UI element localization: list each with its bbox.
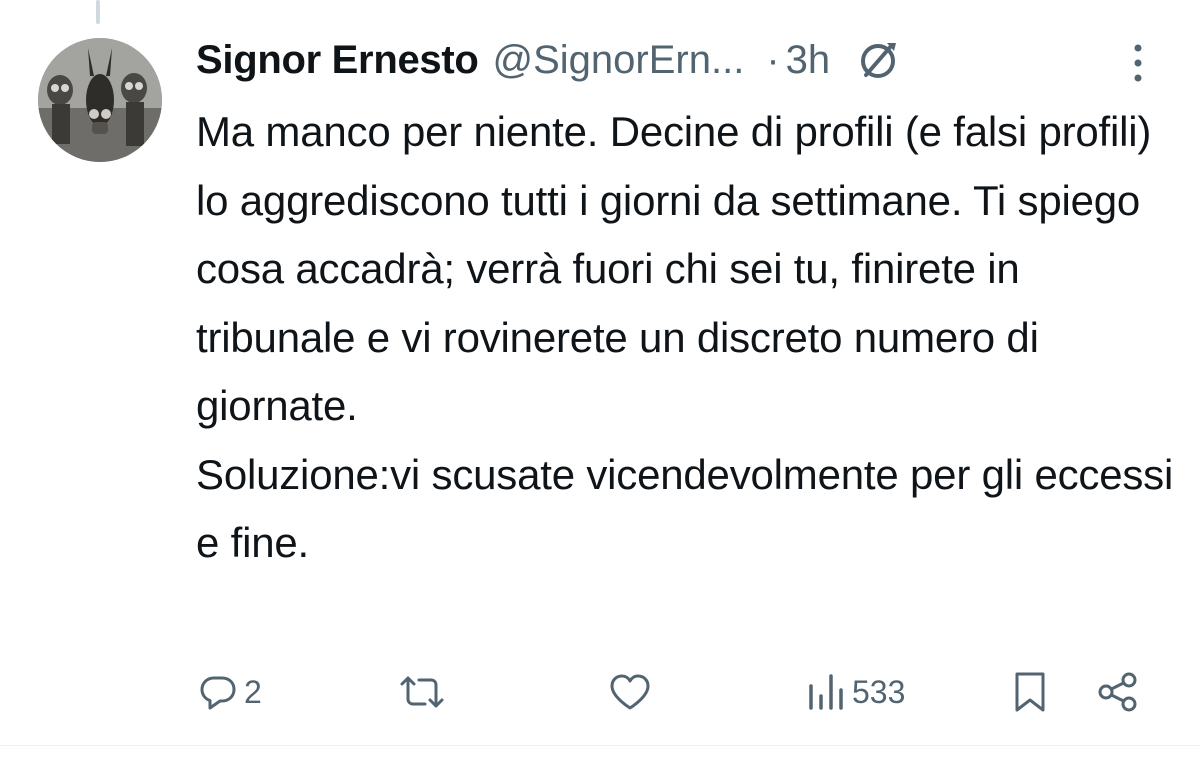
bookmark-icon	[1015, 672, 1045, 712]
views-icon	[809, 674, 843, 710]
reply-icon	[200, 676, 236, 710]
tweet-paragraph: Ma manco per niente. Decine di profili (…	[196, 108, 1152, 429]
share-button[interactable]	[1096, 662, 1140, 722]
tweet-text: Ma manco per niente. Decine di profili (…	[196, 98, 1176, 578]
views-button[interactable]: 533	[806, 662, 905, 722]
tweet-timestamp[interactable]: 3h	[786, 38, 831, 83]
like-button[interactable]	[608, 662, 658, 722]
retweet-button[interactable]	[398, 662, 452, 722]
share-icon	[1098, 672, 1137, 712]
reply-button[interactable]: 2	[198, 662, 262, 722]
bookmark-button[interactable]	[1012, 662, 1048, 722]
like-icon	[610, 674, 650, 710]
avatar[interactable]	[38, 38, 162, 162]
avatar-image	[38, 38, 162, 162]
author-display-name[interactable]: Signor Ernesto	[196, 38, 479, 83]
divider	[0, 745, 1200, 746]
more-options-icon[interactable]	[1126, 42, 1150, 84]
tweet-paragraph: Soluzione:vi scusate vicendevolmente per…	[196, 450, 1174, 567]
thread-connector-line	[96, 0, 100, 24]
views-count: 533	[852, 673, 906, 710]
tweet-actions-bar: 2 533	[0, 662, 1200, 722]
reply-count: 2	[244, 673, 262, 710]
retweet-icon	[400, 676, 444, 708]
verified-badge-icon	[856, 38, 900, 82]
tweet-header: Signor Ernesto @SignorErn... · 3h	[196, 30, 900, 90]
tweet-card: Signor Ernesto @SignorErn... · 3h Ma man…	[0, 0, 1200, 772]
author-handle[interactable]: @SignorErn...	[493, 38, 745, 83]
header-separator: ·	[766, 37, 780, 82]
